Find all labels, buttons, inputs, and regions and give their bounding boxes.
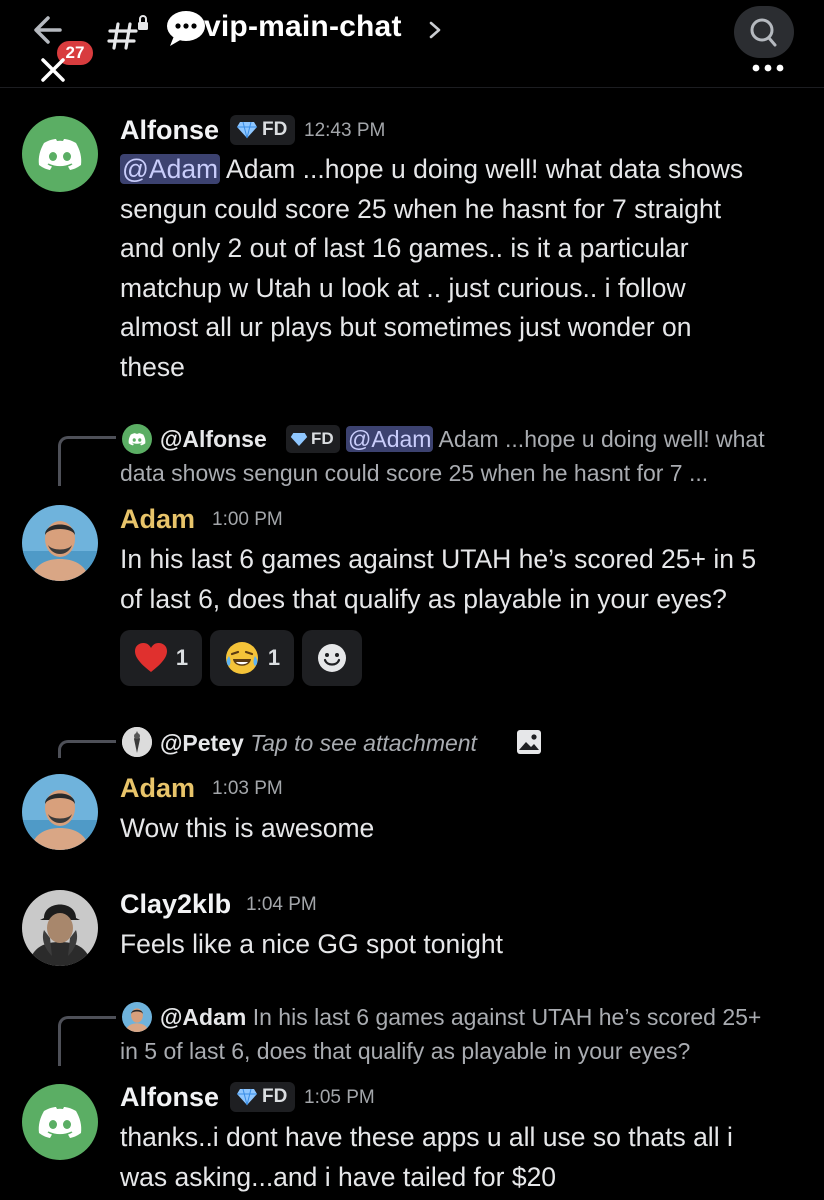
message-line: Feels like a nice GG spot tonight [120, 929, 503, 959]
user-photo-icon [22, 505, 98, 581]
discord-logo-icon [128, 433, 146, 446]
reply-tag-badge: FD [286, 425, 340, 453]
diamond-icon [237, 1088, 257, 1106]
reply-connector [58, 1016, 116, 1066]
user-photo-icon [122, 727, 152, 757]
user-photo-icon [22, 890, 98, 966]
message-timestamp: 12:43 PM [304, 120, 386, 141]
message-line: was asking...and i have tailed for $20 [120, 1161, 557, 1192]
chevron-right-icon[interactable] [426, 18, 444, 42]
avatar[interactable] [22, 116, 98, 192]
reaction-laugh[interactable]: 1 [210, 630, 294, 686]
message-line: matchup w Utah u look at .. just curious… [120, 272, 686, 303]
reply-preview[interactable]: @Alfonse [160, 422, 267, 456]
reply-author: @Petey [160, 730, 244, 756]
message-line: these [120, 351, 185, 382]
reply-avatar [122, 727, 152, 757]
more-icon[interactable] [748, 60, 788, 76]
tag-text: FD [262, 1086, 288, 1107]
search-button[interactable] [734, 6, 794, 58]
message-line: @Adam Adam ...hope u doing well! what da… [120, 154, 744, 184]
tag-text: FD [262, 119, 288, 140]
reply-preview-text[interactable]: data shows sengun could score 25 when he… [120, 456, 708, 490]
message-content: In his last 6 games against UTAH he’s sc… [120, 540, 756, 619]
reply-preview[interactable]: @Petey Tap to see attachment [160, 726, 477, 760]
reply-connector [58, 740, 116, 758]
user-mention: @Adam [346, 426, 434, 452]
message-content: Wow this is awesome [120, 809, 374, 849]
reaction-count: 1 [267, 645, 281, 670]
heart-icon [134, 643, 167, 672]
message-content: @Adam Adam ...hope u doing well! what da… [120, 150, 743, 387]
attachment-hint: Tap to see attachment [250, 730, 477, 756]
chat-screen: 27 vip-main-chat Alfonse FD 12:43 PM @Ad… [0, 0, 824, 1200]
message-timestamp: 1:04 PM [246, 894, 317, 915]
reply-preview-text[interactable]: @Adam Adam ...hope u doing well! what [346, 422, 765, 456]
search-icon [750, 18, 777, 47]
reply-preview-text[interactable]: in 5 of last 6, does that qualify as pla… [120, 1034, 690, 1068]
add-reaction-button[interactable] [302, 630, 362, 686]
message-line: In his last 6 games against UTAH he’s sc… [120, 544, 757, 574]
reaction-count: 1 [175, 645, 189, 670]
message-line: sengun could score 25 when he hasnt for … [120, 193, 722, 224]
server-tag-badge[interactable]: FD [230, 115, 296, 145]
user-photo-icon [122, 1002, 152, 1032]
close-icon[interactable] [38, 55, 68, 85]
message-author[interactable]: Adam [120, 503, 195, 535]
message-content: Feels like a nice GG spot tonight [120, 925, 503, 965]
avatar[interactable] [22, 774, 98, 850]
message-author[interactable]: Clay2klb [120, 888, 231, 920]
discord-logo-icon [38, 139, 82, 170]
reply-author: @Adam [160, 1004, 247, 1030]
server-tag-badge[interactable]: FD [230, 1082, 296, 1112]
avatar[interactable] [22, 890, 98, 966]
avatar[interactable] [22, 505, 98, 581]
laughing-emoji-icon [225, 642, 258, 674]
avatar[interactable] [22, 1084, 98, 1160]
message-timestamp: 1:03 PM [212, 778, 283, 799]
message-line: and only 2 out of last 16 games.. is it … [120, 233, 689, 263]
reply-author: @Alfonse [160, 426, 267, 452]
discord-logo-icon [38, 1107, 82, 1138]
message-line: of last 6, does that qualify as playable… [120, 583, 727, 614]
user-mention[interactable]: @Adam [120, 154, 221, 184]
user-photo-icon [22, 774, 98, 850]
message-content: thanks..i dont have these apps u all use… [120, 1118, 733, 1197]
message-author[interactable]: Adam [120, 772, 195, 804]
reply-connector [58, 436, 116, 486]
message-timestamp: 1:00 PM [212, 509, 283, 530]
channel-name[interactable]: vip-main-chat [204, 10, 402, 44]
message-line: almost all ur plays but sometimes just w… [120, 312, 692, 342]
reply-avatar [122, 424, 152, 454]
message-line: thanks..i dont have these apps u all use… [120, 1122, 733, 1152]
reply-preview[interactable]: @Adam In his last 6 games against UTAH h… [160, 1000, 761, 1034]
diamond-icon [237, 121, 257, 139]
image-icon [517, 730, 541, 754]
message-author[interactable]: Alfonse [120, 1081, 219, 1113]
message-author[interactable]: Alfonse [120, 114, 219, 146]
message-timestamp: 1:05 PM [304, 1087, 375, 1108]
reply-avatar [122, 1002, 152, 1032]
message-line: Wow this is awesome [120, 813, 375, 843]
channel-header: 27 vip-main-chat [0, 0, 824, 88]
reaction-heart[interactable]: 1 [120, 630, 202, 686]
add-emoji-icon [318, 644, 346, 672]
speech-bubble-icon [167, 11, 205, 46]
diamond-icon [290, 432, 308, 446]
hash-lock-icon [107, 15, 148, 50]
